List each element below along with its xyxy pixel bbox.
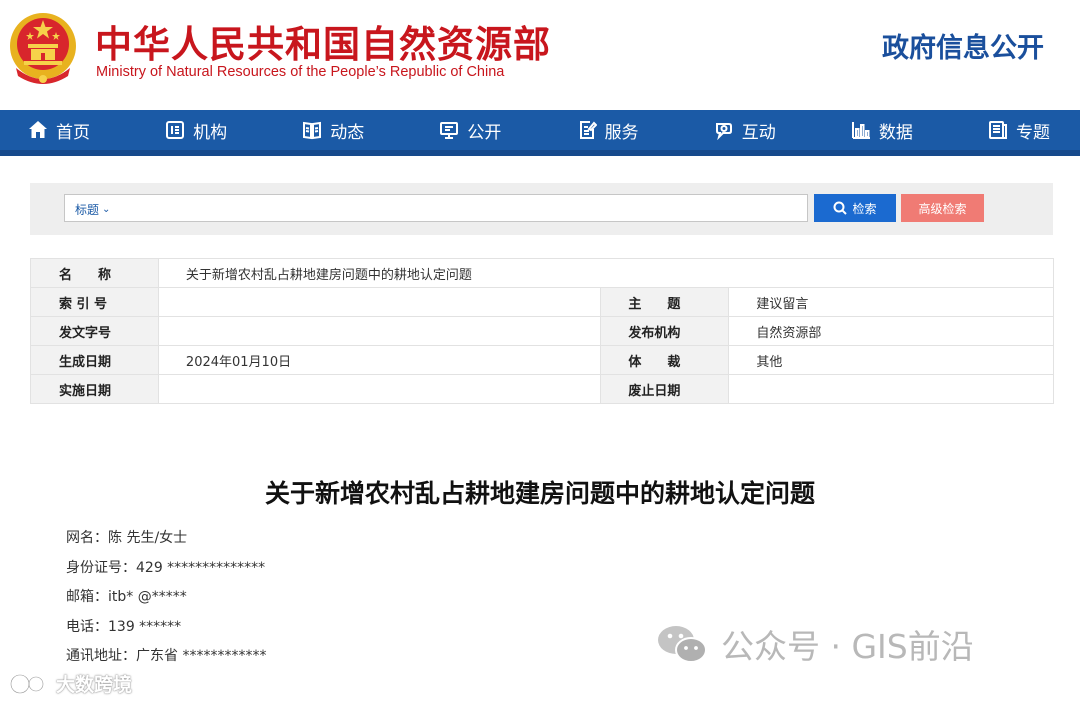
article-title: 关于新增农村乱占耕地建房问题中的耕地认定问题 — [264, 479, 815, 508]
index-value — [157, 287, 602, 317]
nav-item-interaction[interactable]: 互动 — [714, 118, 776, 143]
genre-value: 其他 — [728, 345, 1054, 375]
date-value: 2024年01月10日 — [157, 345, 602, 375]
chevron-down-icon: ⌄ — [102, 204, 111, 215]
site-header: 中华人民共和国自然资源部 Ministry of Natural Resourc… — [0, 0, 1080, 108]
nav-item-label: 服务 — [604, 122, 639, 143]
nav-item-public[interactable]: 公开 — [439, 118, 501, 143]
document-info-table: 名 称 关于新增农村乱占耕地建房问题中的耕地认定问题 索 引 号 主 题 建议留… — [30, 258, 1055, 404]
abolish-date-value — [728, 374, 1054, 404]
main-nav: 首页 机构 动态 公开 服务 互动 数据 专题 — [0, 110, 1080, 156]
site-title[interactable]: 中华人民共和国自然资源部 — [95, 14, 551, 68]
search-box: 标题 ⌄ — [64, 194, 808, 222]
nav-item-label: 互动 — [741, 122, 776, 143]
nav-item-label: 机构 — [193, 122, 228, 143]
article-line-id-number: 身份证号：429 ************** — [66, 559, 266, 576]
search-panel: 标题 ⌄ 检索 高级检索 — [30, 183, 1053, 235]
home-icon — [29, 121, 47, 138]
national-emblem-icon[interactable] — [8, 10, 78, 86]
document-edit-icon — [579, 121, 597, 139]
nav-item-organization[interactable]: 机构 — [165, 118, 227, 143]
effective-date-value — [157, 374, 602, 404]
search-icon — [833, 201, 848, 215]
table-row: 名 称 关于新增农村乱占耕地建房问题中的耕地认定问题 — [30, 258, 1055, 288]
abolish-date-label: 废止日期 — [600, 374, 730, 404]
nav-item-label: 公开 — [467, 122, 502, 143]
site-subtitle: Ministry of Natural Resources of the Peo… — [96, 64, 505, 80]
topic-icon — [988, 121, 1007, 139]
table-row: 生成日期 2024年01月10日 体 裁 其他 — [30, 345, 1054, 375]
gis-watermark-text: 公众号 · GIS前沿 — [721, 627, 974, 666]
topic-label: 主 题 — [600, 287, 730, 317]
search-input[interactable] — [125, 197, 800, 219]
dsj-watermark: 大数跨境 — [8, 670, 132, 697]
publisher-label: 发布机构 — [600, 316, 730, 346]
table-row: 发文字号 发布机构 自然资源部 — [30, 316, 1054, 346]
wechat-icon — [658, 626, 707, 663]
dsj-logo-icon — [9, 673, 45, 694]
doc-no-value — [157, 316, 602, 346]
bar-chart-icon — [851, 122, 870, 139]
nav-item-news[interactable]: 动态 — [302, 118, 364, 143]
table-row: 实施日期 废止日期 — [30, 374, 1054, 404]
search-button-label: 检索 — [852, 201, 877, 216]
article-line-phone: 电话：139 ****** — [66, 618, 182, 635]
section-title[interactable]: 政府信息公开 — [882, 26, 1044, 65]
publisher-value: 自然资源部 — [728, 316, 1054, 346]
nav-item-label: 动态 — [330, 122, 365, 143]
topic-value: 建议留言 — [728, 287, 1054, 317]
doc-no-label: 发文字号 — [30, 316, 159, 346]
monitor-icon — [440, 122, 459, 139]
article-body: 网名：陈 先生/女士 身份证号：429 ************** 邮箱：it… — [66, 528, 266, 676]
gis-watermark: 公众号 · GIS前沿 — [655, 620, 974, 668]
dsj-watermark-text: 大数跨境 — [56, 674, 133, 696]
nav-item-home[interactable]: 首页 — [28, 118, 90, 143]
advanced-search-button[interactable]: 高级检索 — [901, 194, 984, 222]
nav-item-data[interactable]: 数据 — [851, 118, 913, 143]
book-icon — [303, 121, 322, 140]
nav-item-topic[interactable]: 专题 — [988, 118, 1050, 143]
search-button[interactable]: 检索 — [814, 194, 896, 222]
index-label: 索 引 号 — [30, 287, 159, 317]
name-value: 关于新增农村乱占耕地建房问题中的耕地认定问题 — [157, 258, 1055, 288]
search-type-dropdown[interactable]: 标题 ⌄ — [75, 201, 110, 218]
chat-icon — [715, 123, 732, 140]
genre-label: 体 裁 — [600, 345, 730, 375]
search-type-label: 标题 — [75, 203, 100, 217]
nav-item-label: 首页 — [56, 122, 90, 143]
article-line-email: 邮箱：itb* @***** — [66, 589, 187, 605]
article-line-nickname: 网名：陈 先生/女士 — [66, 530, 188, 546]
table-row: 索 引 号 主 题 建议留言 — [30, 287, 1054, 317]
organization-icon — [166, 121, 185, 139]
name-label: 名 称 — [30, 258, 159, 288]
effective-date-label: 实施日期 — [30, 374, 159, 404]
date-label: 生成日期 — [30, 345, 159, 375]
nav-item-label: 专题 — [1015, 122, 1050, 143]
nav-item-label: 数据 — [878, 122, 913, 143]
nav-item-service[interactable]: 服务 — [577, 118, 639, 143]
